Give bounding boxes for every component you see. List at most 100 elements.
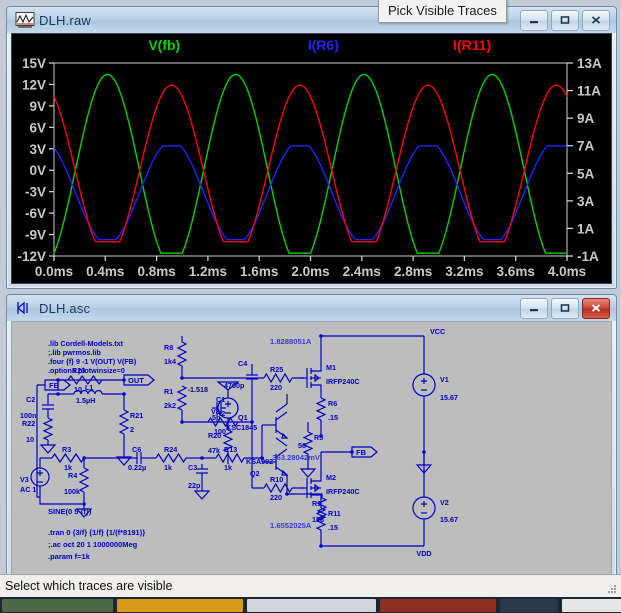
resistor-R13 <box>215 452 245 464</box>
legend-vfb[interactable]: V(fb) <box>148 37 180 53</box>
x-axis-tick: 4.0ms <box>548 264 586 279</box>
label-M2: M2 <box>326 473 336 482</box>
value-R1: 2k2 <box>164 401 176 410</box>
label-R9: R9 <box>312 499 321 508</box>
y-axis-tick-left: -12V <box>17 249 46 264</box>
legend-ir6[interactable]: I(R6) <box>308 37 339 53</box>
schematic-titlebar[interactable]: DLH.asc <box>7 295 616 321</box>
annotation-v8: -1.518 <box>188 385 208 394</box>
spice-directive: .lib Cordell-Models.txt <box>48 339 124 348</box>
x-axis-tick: 1.2ms <box>189 264 227 279</box>
label-V1: V1 <box>440 375 449 384</box>
x-axis-tick: 2.4ms <box>343 264 381 279</box>
wire <box>225 401 231 407</box>
y-axis-tick-right: 11A <box>577 84 601 99</box>
status-bar: Select which traces are visible <box>0 574 621 597</box>
resistor-R21 <box>118 409 130 435</box>
maximize-button[interactable] <box>551 297 579 319</box>
y-axis-tick-left: -3V <box>25 185 46 200</box>
value-C6: 0.22µ <box>128 463 146 472</box>
source-V2 <box>412 496 436 520</box>
spice-directive: .param f=1k <box>48 552 91 561</box>
inductor-L1 <box>94 389 103 395</box>
taskbar-strip[interactable] <box>0 597 621 613</box>
value-V1: 15.67 <box>440 393 458 402</box>
value-C3: 22p <box>188 481 201 490</box>
value-R10: 220 <box>270 493 282 502</box>
y-axis-tick-right: 5A <box>577 166 595 181</box>
taskbar-item[interactable] <box>247 598 376 612</box>
trace-ir6 <box>53 145 568 241</box>
y-axis-tick-left: -6V <box>25 206 46 221</box>
maximize-button[interactable] <box>551 9 579 31</box>
x-axis-tick: 1.6ms <box>240 264 278 279</box>
close-button[interactable] <box>582 9 610 31</box>
value-C4: 4700p <box>224 381 245 390</box>
spice-directive: ;.lib pwrmos.lib <box>48 348 101 357</box>
spice-directive: ;.ac oct 20 1 1000000Meg <box>48 540 138 549</box>
value-R4: 100k <box>64 487 80 496</box>
y-axis-tick-left: 3V <box>29 142 46 157</box>
wire <box>311 384 322 392</box>
waveform-window-buttons <box>520 9 614 31</box>
taskbar-item[interactable] <box>500 598 558 612</box>
schematic-window[interactable]: DLH.asc .lib Cordell-Models.txt ;.lib pwr… <box>6 294 617 584</box>
spice-directive: .options plotwinsize=0 <box>48 366 125 375</box>
spice-directive: .tran 0 {3/f} {1/f} {1/(f*8191)} <box>48 528 145 537</box>
value-M1: IRFP240C <box>326 377 360 386</box>
desktop-background: DLH.raw 15V 12V 9V 6V 3V 0V -3V -6V -9V -12V 13A 11… <box>0 0 621 613</box>
value-R21: 2 <box>130 425 134 434</box>
value-V3: AC 1 <box>20 485 36 494</box>
wire <box>193 490 211 500</box>
waveform-icon <box>15 11 35 29</box>
schematic-icon <box>15 299 35 317</box>
resize-grip-icon[interactable] <box>606 582 618 594</box>
y-axis-tick-right: 3A <box>577 194 595 209</box>
wire <box>311 364 322 372</box>
value-R11: .15 <box>328 523 338 532</box>
x-axis-tick: 2.0ms <box>291 264 329 279</box>
junction-dot <box>319 544 323 548</box>
taskbar-item[interactable] <box>116 598 244 612</box>
wire <box>421 378 427 384</box>
x-axis-tick: 3.6ms <box>497 264 535 279</box>
label-R13: R13 <box>224 445 237 454</box>
label-C3: C3 <box>188 463 197 472</box>
label-R11: R11 <box>328 509 341 518</box>
label-C1: C1 <box>216 395 225 404</box>
schematic-window-title: DLH.asc <box>39 300 91 316</box>
taskbar-item[interactable] <box>379 598 497 612</box>
close-button[interactable] <box>582 297 610 319</box>
y-axis-tick-right: 9A <box>577 111 595 126</box>
label-Q1: Q1 <box>238 413 248 422</box>
x-axis-tick: 0.0ms <box>35 264 73 279</box>
resistor-R6 <box>315 397 327 421</box>
resistor-R3 <box>51 452 85 464</box>
waveform-window[interactable]: DLH.raw 15V 12V 9V 6V 3V 0V -3V -6V -9V -12V 13A 11… <box>6 6 617 289</box>
trace-ir11 <box>53 84 568 243</box>
net-flag-fb-right-text: FB <box>356 448 367 457</box>
y-axis-tick-right: -1A <box>577 249 599 264</box>
taskbar-item[interactable] <box>561 598 621 612</box>
status-message: Select which traces are visible <box>5 579 173 593</box>
label-R23: R23 <box>72 366 85 375</box>
minimize-button[interactable] <box>520 297 548 319</box>
legend-ir11[interactable]: I(R11) <box>453 37 491 53</box>
annotation-fb-voltage: 363.28042mV <box>272 453 321 462</box>
waveform-svg: 15V 12V 9V 6V 3V 0V -3V -6V -9V -12V 13A 11A 9A 7A 5A 3… <box>17 37 602 279</box>
wire <box>275 411 288 421</box>
value-L1: 1.5µH <box>76 396 95 405</box>
value-R8: 1k4 <box>164 357 176 366</box>
schematic-canvas[interactable]: .lib Cordell-Models.txt ;.lib pwrmos.lib.… <box>11 321 612 579</box>
x-axis-tick: 2.8ms <box>394 264 432 279</box>
value-R2: 100 <box>214 427 226 436</box>
wire <box>275 394 288 413</box>
resistor-R24 <box>155 452 187 464</box>
waveform-plot-area[interactable]: 15V 12V 9V 6V 3V 0V -3V -6V -9V -12V 13A 11A 9A 7A 5A 3… <box>11 33 612 284</box>
label-R25: R25 <box>270 365 283 374</box>
taskbar-item[interactable] <box>2 598 113 612</box>
waveform-titlebar[interactable]: DLH.raw <box>7 7 616 33</box>
minimize-button[interactable] <box>520 9 548 31</box>
source-V1 <box>412 373 436 397</box>
label-V3: V3 <box>20 475 29 484</box>
